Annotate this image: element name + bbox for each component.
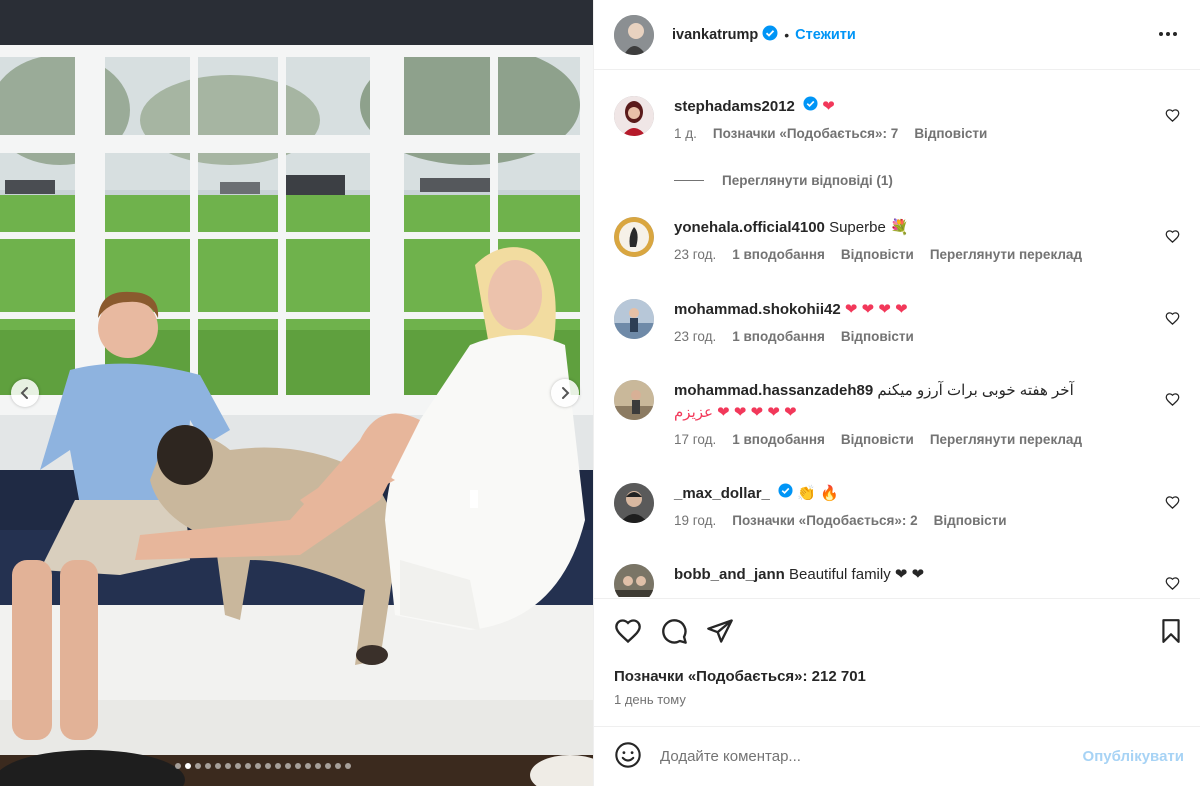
commenter-avatar-image: [614, 217, 654, 257]
add-comment-input[interactable]: [660, 748, 1040, 765]
reply-button[interactable]: Відповісти: [934, 513, 1007, 528]
comment-text: ❤: [822, 98, 835, 115]
comment-time[interactable]: 23 год.: [674, 247, 716, 262]
carousel-dot: [335, 763, 341, 769]
carousel-dot: [215, 763, 221, 769]
author-avatar[interactable]: [614, 14, 654, 55]
see-translation-button[interactable]: Переглянути переклад: [930, 432, 1082, 447]
reply-button[interactable]: Відповісти: [914, 126, 987, 141]
see-translation-button[interactable]: Переглянути переклад: [930, 247, 1082, 262]
chevron-right-icon: [562, 387, 570, 399]
carousel-dot: [305, 763, 311, 769]
carousel-dot: [235, 763, 241, 769]
carousel-dots: [175, 763, 351, 769]
previous-photo-button[interactable]: [11, 379, 39, 407]
comment-likes[interactable]: Позначки «Подобається»: 7: [713, 126, 898, 141]
like-comment-heart-icon[interactable]: [1165, 229, 1180, 247]
comment-text: 👏 🔥: [797, 485, 839, 502]
comment-time[interactable]: 19 год.: [674, 513, 716, 528]
commenter-avatar-image: [614, 483, 654, 523]
comment-text: آخر هفته خوبی برات آرزو میکنم: [877, 382, 1074, 399]
reply-button[interactable]: Відповісти: [841, 329, 914, 344]
comment-username[interactable]: mohammad.shokohii42: [674, 301, 841, 318]
carousel-dot: [255, 763, 261, 769]
verified-badge-icon: [803, 96, 818, 118]
comment-text: Superbe 💐: [829, 219, 909, 236]
like-comment-heart-icon[interactable]: [1165, 108, 1180, 126]
carousel-dot: [265, 763, 271, 769]
next-photo-button[interactable]: [551, 379, 579, 407]
comment-time[interactable]: 23 год.: [674, 329, 716, 344]
carousel-dot: [245, 763, 251, 769]
post-likes-count[interactable]: Позначки «Подобається»: 212 701: [614, 668, 866, 685]
post-date[interactable]: 1 день тому: [614, 692, 686, 707]
comment-likes[interactable]: 1 вподобання: [732, 329, 825, 344]
commenter-avatar[interactable]: [614, 217, 654, 257]
comments-list[interactable]: stephadams2012 ❤ 1 д. Позначки «Подобаєт…: [594, 71, 1200, 597]
emoji-smiley-icon[interactable]: [614, 741, 642, 772]
view-replies-label: Переглянути відповіді (1): [722, 173, 893, 188]
header-separator: •: [784, 26, 790, 43]
comment-bubble-icon[interactable]: [660, 617, 688, 648]
author-avatar-image: [614, 14, 654, 55]
more-options-icon[interactable]: [1156, 22, 1180, 49]
comment-username[interactable]: mohammad.hassanzadeh89: [674, 382, 873, 399]
chevron-left-icon: [20, 387, 28, 399]
follow-button[interactable]: Стежити: [795, 27, 856, 43]
carousel-dot: [345, 763, 351, 769]
like-comment-heart-icon[interactable]: [1165, 392, 1180, 410]
carousel-dot: [195, 763, 201, 769]
comment-username[interactable]: stephadams2012: [674, 98, 795, 115]
commenter-avatar-image: [614, 380, 654, 420]
commenter-avatar[interactable]: [614, 564, 654, 597]
comment-likes[interactable]: 1 вподобання: [732, 247, 825, 262]
carousel-dot: [285, 763, 291, 769]
comment-username[interactable]: bobb_and_jann: [674, 566, 785, 583]
carousel-dot: [275, 763, 281, 769]
carousel-dot: [205, 763, 211, 769]
commenter-avatar[interactable]: [614, 299, 654, 339]
post-photo[interactable]: [0, 0, 593, 786]
add-comment-bar: Опублікувати: [594, 726, 1200, 786]
commenter-avatar-image: [614, 564, 654, 597]
comment-username[interactable]: _max_dollar_: [674, 485, 770, 502]
comment-time[interactable]: 1 д.: [674, 126, 697, 141]
post-header: ivankatrump • Стежити: [594, 0, 1200, 70]
commenter-avatar-image: [614, 299, 654, 339]
view-replies-button[interactable]: Переглянути відповіді (1): [674, 173, 893, 188]
comment-text-continued: ❤ ❤ ❤ ❤ ❤ عزیزم: [674, 404, 797, 421]
author-username[interactable]: ivankatrump: [672, 27, 758, 43]
carousel-dot: [175, 763, 181, 769]
carousel-dot: [315, 763, 321, 769]
post-actions: Позначки «Подобається»: 212 701 1 день т…: [594, 598, 1200, 726]
save-bookmark-icon[interactable]: [1158, 617, 1184, 648]
comment-time[interactable]: 17 год.: [674, 432, 716, 447]
carousel-dot: [295, 763, 301, 769]
verified-badge-icon: [778, 483, 793, 505]
commenter-avatar[interactable]: [614, 483, 654, 523]
verified-badge-icon: [762, 25, 778, 44]
replies-divider: [674, 180, 704, 181]
commenter-avatar-image: [614, 96, 654, 136]
comment-text: Beautiful family ❤ ❤: [789, 566, 925, 583]
carousel-dot: [225, 763, 231, 769]
photo-scene: [0, 0, 593, 786]
like-comment-heart-icon[interactable]: [1165, 311, 1180, 329]
share-send-icon[interactable]: [706, 617, 734, 648]
comment-text: ❤ ❤ ❤ ❤: [844, 301, 908, 318]
comment-username[interactable]: yonehala.official4100: [674, 219, 825, 236]
comment-likes[interactable]: 1 вподобання: [732, 432, 825, 447]
publish-comment-button[interactable]: Опублікувати: [1083, 748, 1184, 765]
like-heart-icon[interactable]: [614, 617, 642, 648]
carousel-dot: [325, 763, 331, 769]
commenter-avatar[interactable]: [614, 380, 654, 420]
like-comment-heart-icon[interactable]: [1165, 495, 1180, 513]
reply-button[interactable]: Відповісти: [841, 432, 914, 447]
like-comment-heart-icon[interactable]: [1165, 576, 1180, 594]
post-details-panel: ivankatrump • Стежити stephadams2012 ❤ 1…: [593, 0, 1200, 786]
comment-likes[interactable]: Позначки «Подобається»: 2: [732, 513, 917, 528]
reply-button[interactable]: Відповісти: [841, 247, 914, 262]
carousel-dot: [185, 763, 191, 769]
commenter-avatar[interactable]: [614, 96, 654, 136]
